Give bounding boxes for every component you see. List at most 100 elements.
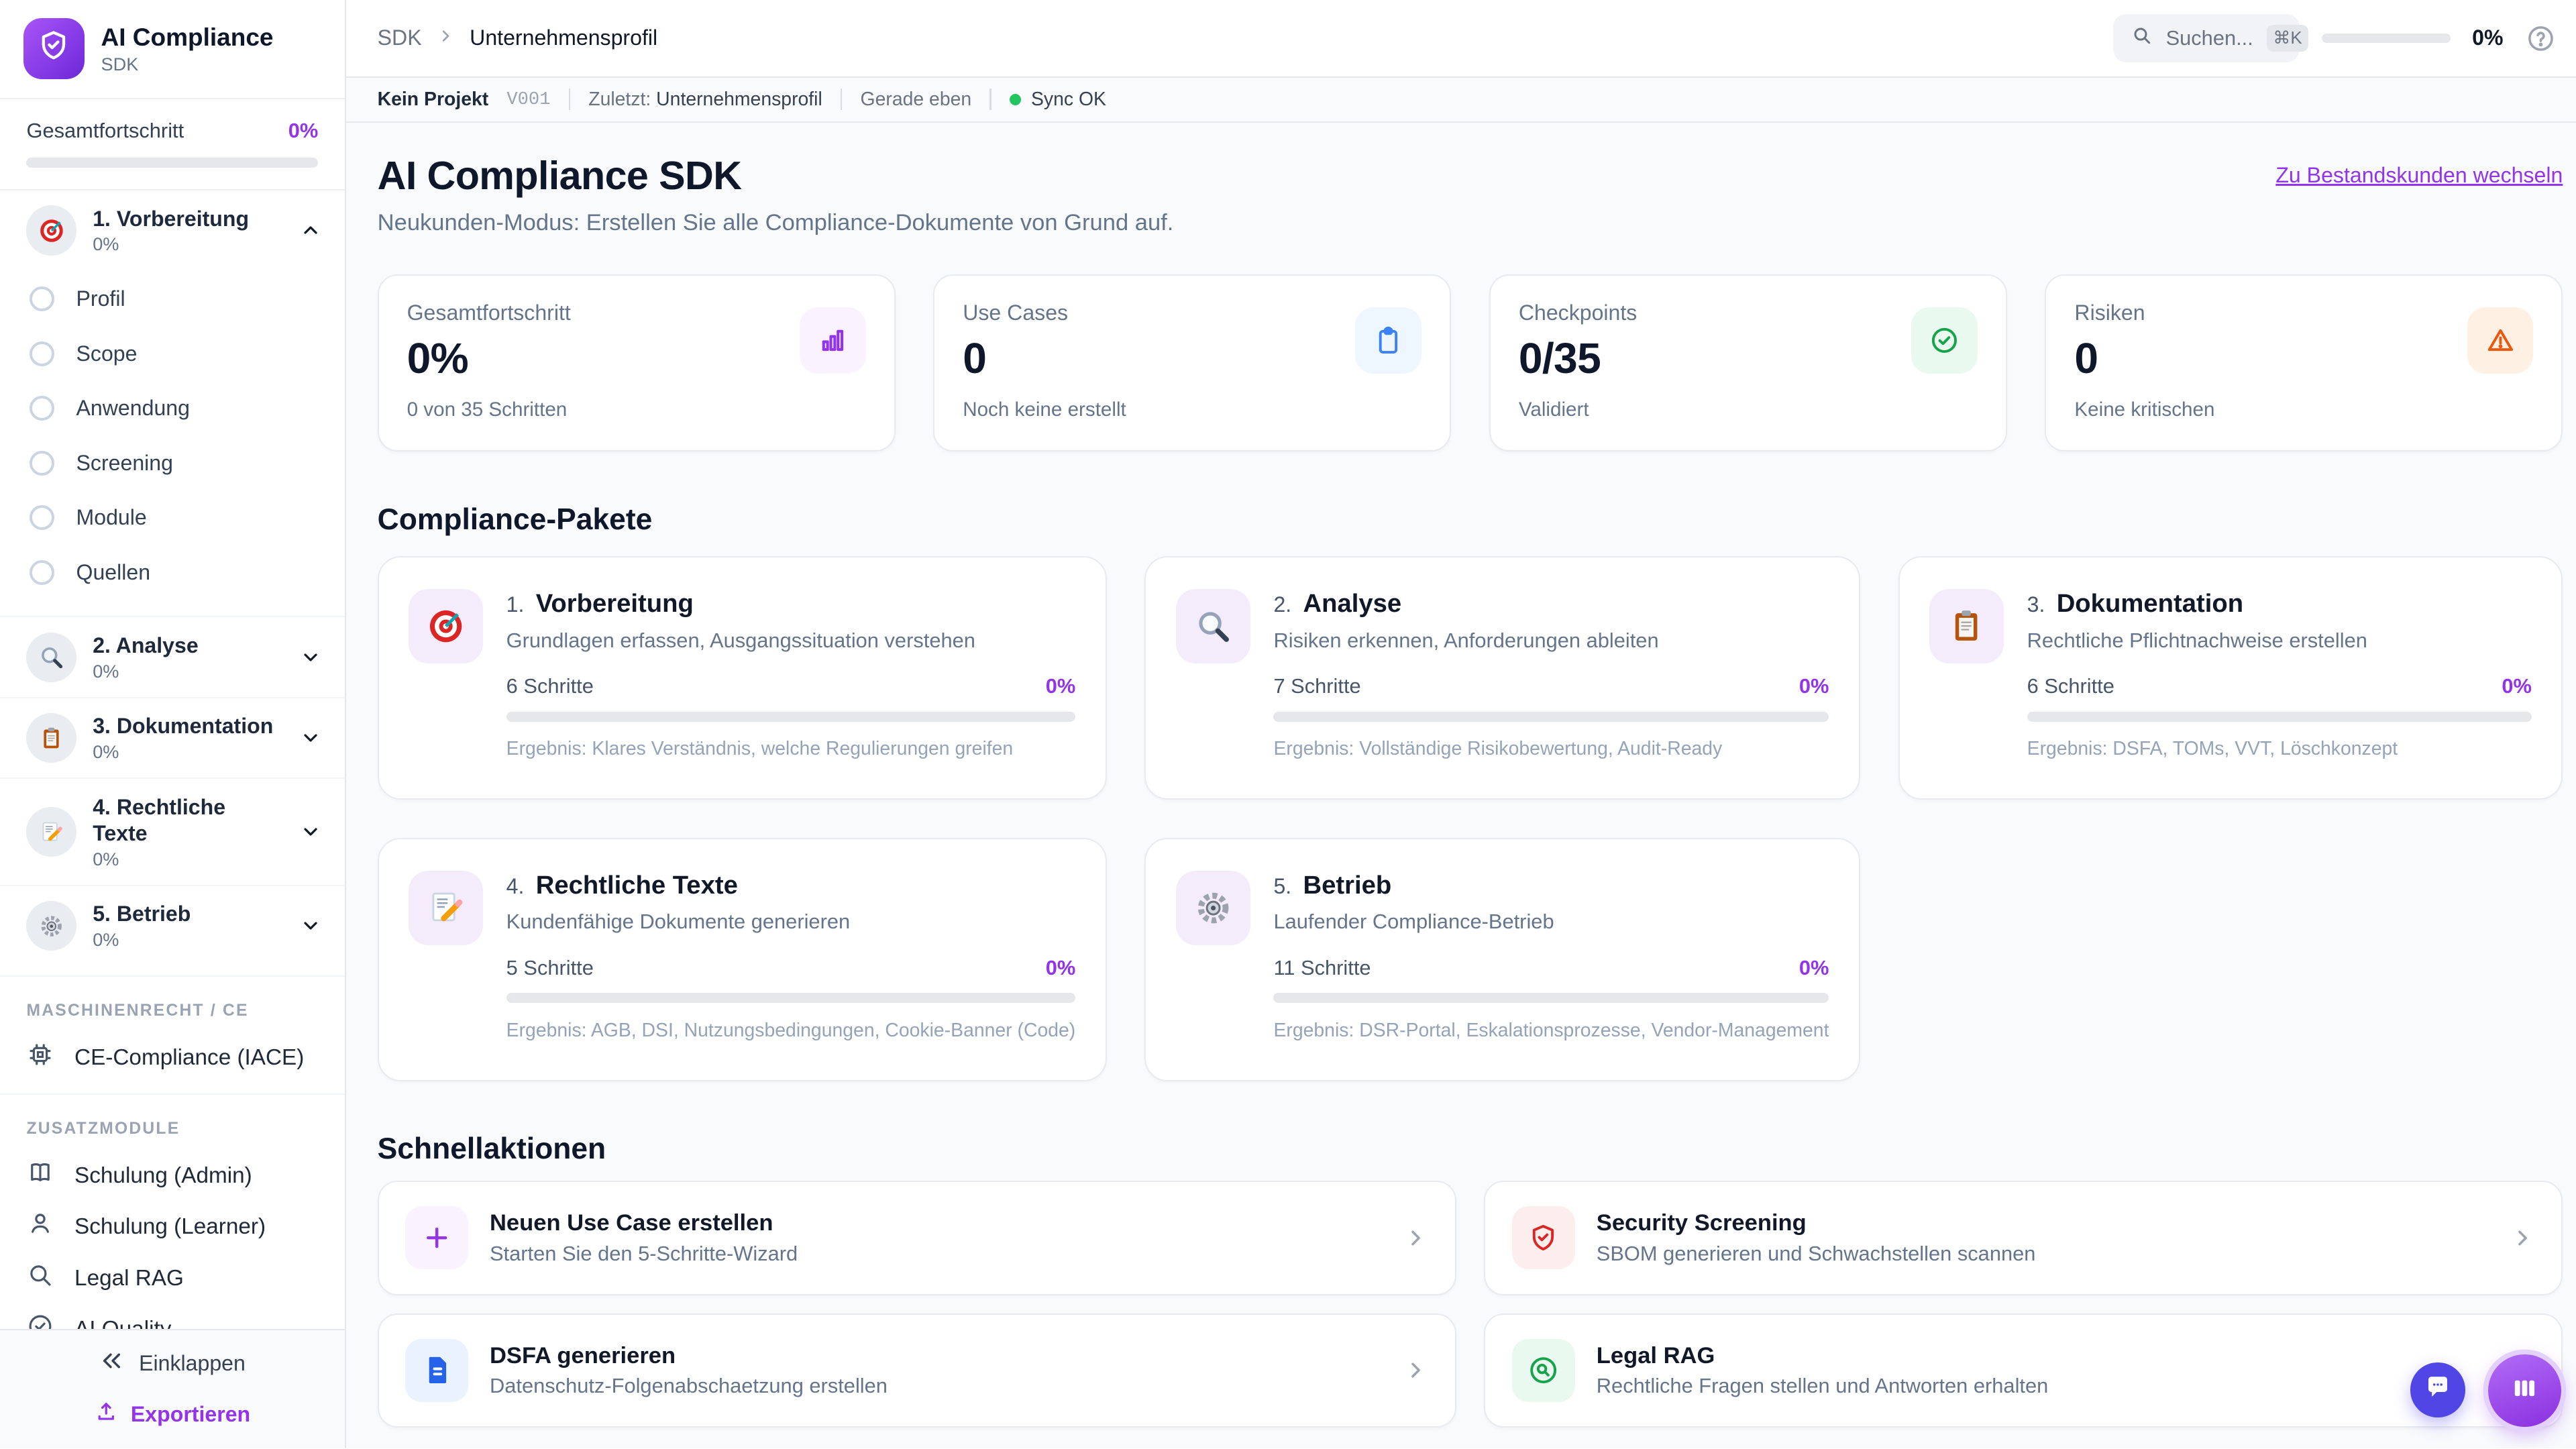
action-legal-rag[interactable]: Legal RAG Rechtliche Fragen stellen und … (1484, 1313, 2563, 1428)
step-status-circle (30, 505, 55, 531)
gear-icon (1175, 870, 1250, 945)
package-progress-bar (506, 993, 1076, 1004)
memo-pencil-icon (26, 807, 76, 857)
chip-icon (26, 1040, 54, 1075)
step-scope[interactable]: Scope (0, 327, 345, 381)
sidebar-phase-betrieb[interactable]: 5. Betrieb 0% (0, 885, 345, 965)
section-label-zusatzmodule: ZUSATZMODULE (0, 1093, 345, 1150)
project-name: Kein Projekt (377, 88, 489, 110)
sidebar-phase-rechtliche-texte[interactable]: 4. Rechtliche Texte 0% (0, 777, 345, 885)
target-icon (26, 205, 76, 256)
step-profil[interactable]: Profil (0, 272, 345, 326)
action-dsfa-generieren[interactable]: DSFA generieren Datenschutz-Folgenabscha… (377, 1313, 1456, 1428)
overall-progress-value: 0% (288, 119, 319, 143)
sidebar-phase-vorbereitung[interactable]: 1. Vorbereitung 0% (0, 191, 345, 270)
app-title: AI Compliance (101, 23, 274, 52)
export-button[interactable]: Exportieren (95, 1400, 250, 1429)
chat-bubble-icon (2424, 1373, 2452, 1407)
package-progress-bar (1273, 993, 1829, 1004)
phase-steps-list: Profil Scope Anwendung Screening Module … (0, 270, 345, 616)
help-button[interactable] (2525, 23, 2557, 54)
columns-fab-button[interactable] (2488, 1354, 2561, 1428)
chat-fab-button[interactable] (2410, 1362, 2465, 1417)
shield-check-icon (36, 28, 71, 70)
phase-label: 1. Vorbereitung (93, 206, 250, 231)
stat-card-checkpoints: Checkpoints 0/35 Validiert (1489, 274, 2007, 452)
warning-triangle-icon (2467, 307, 2534, 374)
chevron-right-icon (1403, 1358, 1428, 1383)
chevron-down-icon (300, 821, 321, 843)
step-status-circle (30, 396, 55, 421)
switch-mode-link[interactable]: Zu Bestandskunden wechseln (2275, 163, 2563, 188)
phase-label: 3. Dokumentation (93, 714, 274, 739)
clipboard-icon (26, 713, 76, 763)
sidebar-item-schulung-admin[interactable]: Schulung (Admin) (0, 1150, 345, 1201)
topbar: SDK Unternehmensprofil Suchen... ⌘K 0% (345, 0, 2576, 78)
clipboard-icon (1929, 589, 2004, 664)
search-icon (2131, 23, 2153, 53)
package-card-vorbereitung[interactable]: 1. Vorbereitung Grundlagen erfassen, Ausg… (377, 556, 1107, 800)
sidebar-footer: Einklappen Exportieren (0, 1329, 345, 1449)
step-quellen[interactable]: Quellen (0, 545, 345, 599)
stat-card-risiken: Risiken 0 Keine kritischen (2045, 274, 2563, 452)
chevron-up-icon (300, 219, 321, 241)
divider (568, 89, 571, 111)
last-label: Zuletzt: (588, 88, 651, 110)
sidebar: AI Compliance SDK Gesamtfortschritt 0% 1… (0, 0, 346, 1449)
sidebar-phase-analyse[interactable]: 2. Analyse 0% (0, 616, 345, 696)
overall-progress-label: Gesamtfortschritt (26, 119, 184, 143)
sidebar-item-ce-compliance[interactable]: CE-Compliance (IACE) (0, 1032, 345, 1084)
page-subtitle: Neukunden-Modus: Erstellen Sie alle Comp… (377, 210, 1174, 236)
phase-percent: 0% (93, 233, 119, 255)
sidebar-item-ai-quality[interactable]: AI Quality (0, 1304, 345, 1330)
main-area: SDK Unternehmensprofil Suchen... ⌘K 0% K… (345, 0, 2576, 1449)
last-saved-time: Gerade eben (860, 88, 972, 110)
page-content: AI Compliance SDK Zu Bestandskunden wech… (346, 123, 2576, 1449)
document-icon (405, 1338, 468, 1402)
sidebar-overall-progress: Gesamtfortschritt 0% (0, 99, 345, 191)
packages-heading: Compliance-Pakete (377, 502, 653, 536)
phase-percent: 0% (93, 929, 119, 951)
action-security-screening[interactable]: Security Screening SBOM generieren und S… (1484, 1181, 2563, 1295)
package-progress-bar (506, 711, 1076, 722)
package-card-analyse[interactable]: 2. Analyse Risiken erkennen, Anforderunge… (1144, 556, 1860, 800)
breadcrumb-sdk[interactable]: SDK (378, 25, 422, 50)
double-chevron-left-icon (99, 1348, 124, 1379)
phase-percent: 0% (93, 741, 119, 763)
stat-card-use-cases: Use Cases 0 Noch keine erstellt (933, 274, 1452, 452)
magnifier-icon (1175, 589, 1250, 664)
step-screening[interactable]: Screening (0, 435, 345, 490)
target-icon (409, 589, 484, 664)
sidebar-item-schulung-learner[interactable]: Schulung (Learner) (0, 1201, 345, 1253)
step-status-circle (30, 286, 55, 312)
magnifier-icon (26, 632, 76, 682)
sidebar-header: AI Compliance SDK (0, 0, 345, 99)
phase-percent: 0% (93, 848, 119, 869)
action-new-use-case[interactable]: Neuen Use Case erstellen Starten Sie den… (377, 1181, 1456, 1295)
topbar-progress-value: 0% (2472, 25, 2504, 50)
step-module[interactable]: Module (0, 490, 345, 545)
chevron-right-icon (1403, 1226, 1428, 1250)
sync-status: Sync OK (1009, 89, 1106, 111)
package-card-betrieb[interactable]: 5. Betrieb Laufender Compliance-Betrieb 1… (1144, 837, 1860, 1081)
step-anwendung[interactable]: Anwendung (0, 381, 345, 435)
plus-icon (405, 1206, 468, 1270)
check-circle-icon (26, 1312, 54, 1330)
sidebar-phase-dokumentation[interactable]: 3. Dokumentation 0% (0, 696, 345, 777)
search-icon (26, 1261, 54, 1296)
sync-ok-dot (1009, 93, 1022, 105)
quick-actions-heading: Schnellaktionen (377, 1132, 606, 1166)
columns-icon (2509, 1373, 2540, 1409)
package-card-dokumentation[interactable]: 3. Dokumentation Rechtliche Pflichtnachwe… (1898, 556, 2563, 800)
breadcrumb: SDK Unternehmensprofil (378, 25, 657, 50)
search-input[interactable]: Suchen... ⌘K (2112, 14, 2309, 62)
quick-actions-grid: Neuen Use Case erstellen Starten Sie den… (377, 1181, 2563, 1428)
package-progress-bar (1273, 711, 1829, 722)
shield-check-icon (1511, 1206, 1575, 1270)
chevron-down-icon (300, 727, 321, 749)
statusbar: Kein Projekt V001 Zuletzt: Unternehmensp… (345, 77, 2576, 123)
collapse-sidebar-button[interactable]: Einklappen (99, 1348, 246, 1379)
sidebar-item-legal-rag[interactable]: Legal RAG (0, 1252, 345, 1304)
package-card-rechtliche-texte[interactable]: 4. Rechtliche Texte Kundenfähige Dokument… (377, 837, 1107, 1081)
chevron-right-icon (2510, 1226, 2535, 1250)
